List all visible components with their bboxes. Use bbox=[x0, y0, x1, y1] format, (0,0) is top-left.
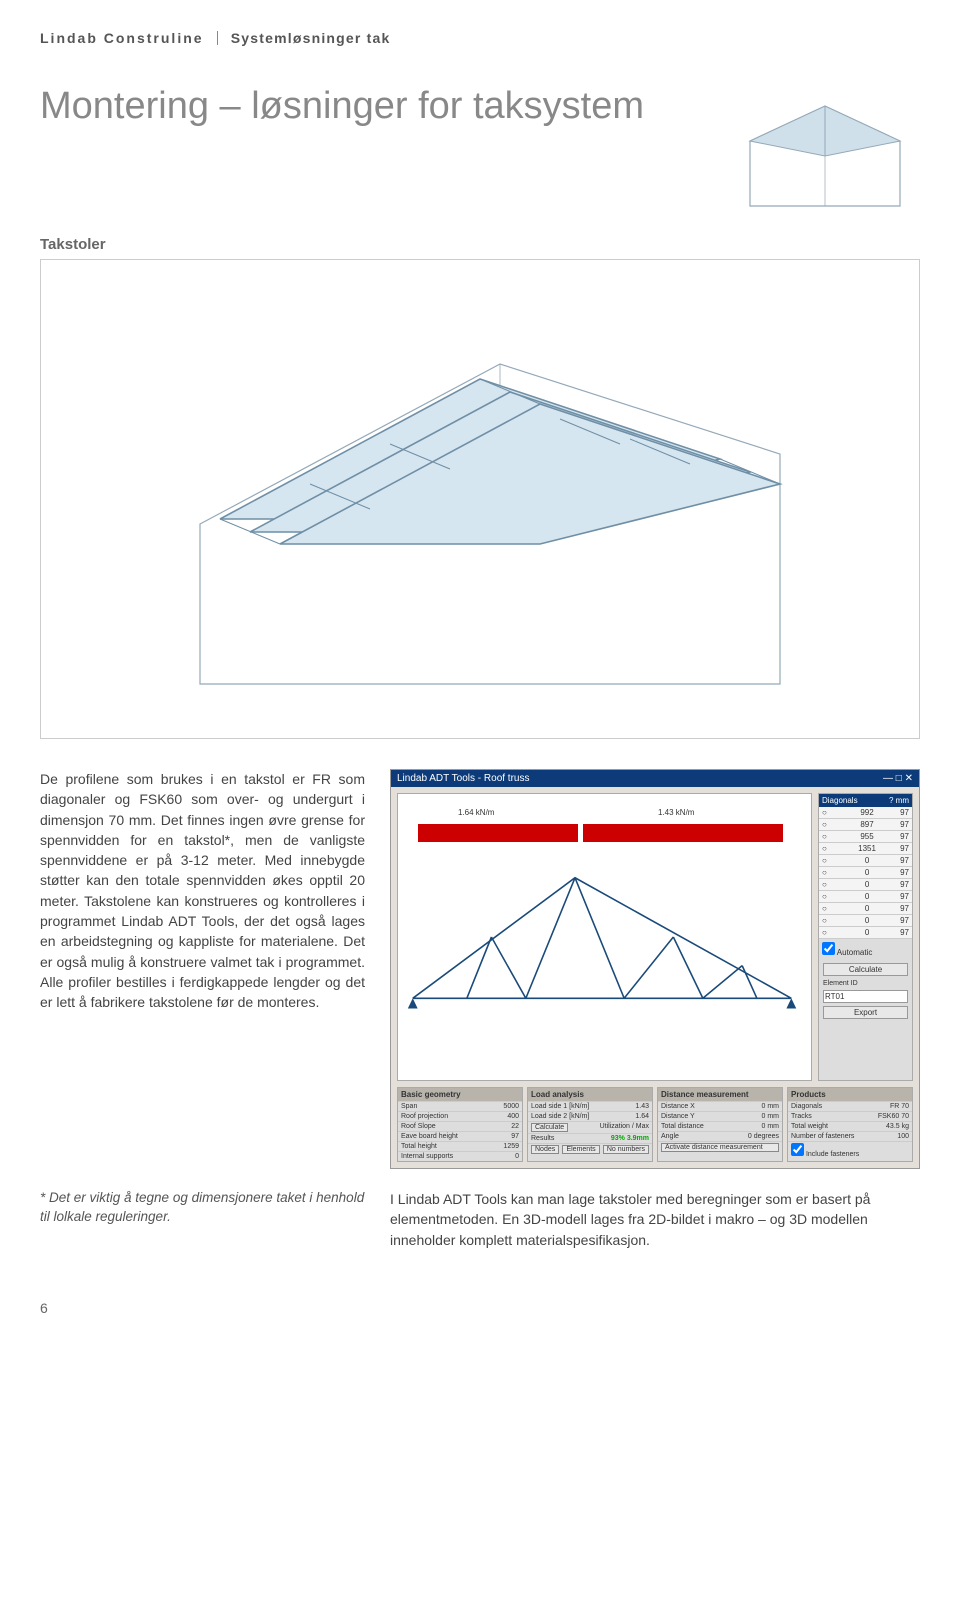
activate-distance-button[interactable]: Activate distance measurement bbox=[661, 1143, 779, 1152]
diagonals-header: Diagonals bbox=[822, 796, 858, 805]
brand-name: Lindab Construline bbox=[40, 30, 204, 46]
export-button[interactable]: Export bbox=[823, 1006, 908, 1019]
footnote: * Det er viktig å tegne og dimensjonere … bbox=[40, 1189, 365, 1250]
window-controls-icon[interactable]: — □ ✕ bbox=[883, 773, 913, 784]
panel-row: Distance X0 mm bbox=[658, 1101, 782, 1111]
section-name: Systemløsninger tak bbox=[231, 30, 391, 46]
panel-row: Total height1259 bbox=[398, 1141, 522, 1151]
diagonals-panel: Diagonals? mm ○99297○89797○95597○135197○… bbox=[818, 793, 913, 1081]
distance-panel: Distance measurement Distance X0 mmDista… bbox=[657, 1087, 783, 1162]
diagonal-row[interactable]: ○99297 bbox=[819, 807, 912, 819]
separator-icon bbox=[217, 31, 218, 45]
panel-row: Roof Slope22 bbox=[398, 1121, 522, 1131]
section-label: Takstoler bbox=[40, 236, 920, 253]
panel-row: TracksFSK60 70 bbox=[788, 1111, 912, 1121]
diagonal-row[interactable]: ○097 bbox=[819, 927, 912, 939]
diagonal-row[interactable]: ○89797 bbox=[819, 819, 912, 831]
panel-row: Angle0 degrees bbox=[658, 1131, 782, 1141]
panel-row: Span5000 bbox=[398, 1101, 522, 1111]
panel-row: Eave board height97 bbox=[398, 1131, 522, 1141]
window-title: Lindab ADT Tools - Roof truss bbox=[397, 773, 529, 784]
diagonal-row[interactable]: ○097 bbox=[819, 879, 912, 891]
panel-row: Total weight43.5 kg bbox=[788, 1121, 912, 1131]
diagonal-row[interactable]: ○097 bbox=[819, 903, 912, 915]
diagonal-row[interactable]: ○097 bbox=[819, 915, 912, 927]
basic-geometry-panel: Basic geometry Span5000Roof projection40… bbox=[397, 1087, 523, 1162]
panel-row: Distance Y0 mm bbox=[658, 1111, 782, 1121]
utilization-value: 93% 3.9mm bbox=[611, 1135, 649, 1142]
diagonal-row[interactable]: ○135197 bbox=[819, 843, 912, 855]
include-fasteners-checkbox[interactable] bbox=[791, 1143, 804, 1156]
page-number: 6 bbox=[40, 1300, 920, 1316]
products-panel: Products DiagonalsFR 70TracksFSK60 70Tot… bbox=[787, 1087, 913, 1162]
panel-row: Number of fasteners100 bbox=[788, 1131, 912, 1141]
adt-tools-screenshot: Lindab ADT Tools - Roof truss — □ ✕ 1.64… bbox=[390, 769, 920, 1169]
body-paragraph: De profilene som brukes i en takstol er … bbox=[40, 769, 365, 1169]
page-title: Montering – løsninger for taksystem bbox=[40, 86, 700, 128]
diagonal-row[interactable]: ○097 bbox=[819, 867, 912, 879]
panel-row: DiagonalsFR 70 bbox=[788, 1101, 912, 1111]
calculate-button[interactable]: Calculate bbox=[823, 963, 908, 976]
panel-row: Roof projection400 bbox=[398, 1111, 522, 1121]
calc-button[interactable]: Calculate bbox=[531, 1123, 568, 1132]
element-id-field[interactable]: RT01 bbox=[823, 990, 908, 1003]
panel-row: Internal supports0 bbox=[398, 1151, 522, 1161]
diagonal-row[interactable]: ○95597 bbox=[819, 831, 912, 843]
nodes-button[interactable]: Nodes bbox=[531, 1145, 559, 1154]
panel-row: Load side 2 [kN/m]1.64 bbox=[528, 1111, 652, 1121]
panel-row: Load side 1 [kN/m]1.43 bbox=[528, 1101, 652, 1111]
load-analysis-panel: Load analysis Load side 1 [kN/m]1.43Load… bbox=[527, 1087, 653, 1162]
nonumbers-button[interactable]: No numbers bbox=[603, 1145, 649, 1154]
diagonal-row[interactable]: ○097 bbox=[819, 891, 912, 903]
panel-row: Total distance0 mm bbox=[658, 1121, 782, 1131]
diagonal-row[interactable]: ○097 bbox=[819, 855, 912, 867]
truss-building-illustration bbox=[40, 259, 920, 739]
window-titlebar: Lindab ADT Tools - Roof truss — □ ✕ bbox=[391, 770, 919, 787]
results-label: Results bbox=[531, 1135, 554, 1142]
automatic-checkbox[interactable] bbox=[822, 942, 835, 955]
page-header: Lindab Construline Systemløsninger tak bbox=[40, 30, 920, 46]
elements-button[interactable]: Elements bbox=[562, 1145, 599, 1154]
truss-canvas[interactable]: 1.64 kN/m 1.43 kN/m bbox=[397, 793, 812, 1081]
screenshot-caption: I Lindab ADT Tools kan man lage takstole… bbox=[390, 1189, 920, 1250]
house-miniature-illustration bbox=[730, 86, 920, 216]
